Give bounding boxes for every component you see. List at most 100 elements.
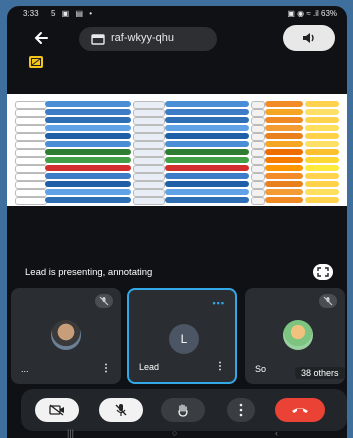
fullscreen-button[interactable] bbox=[313, 264, 333, 280]
sheet-cell bbox=[305, 157, 339, 163]
sheet-cell bbox=[305, 181, 339, 187]
back-nav-icon[interactable]: ‹ bbox=[275, 428, 278, 438]
sheet-cell bbox=[305, 133, 339, 139]
sheet-row bbox=[15, 132, 339, 141]
home-icon[interactable]: ○ bbox=[172, 428, 177, 438]
sheet-cell bbox=[265, 133, 303, 139]
participant-avatar: L bbox=[169, 324, 199, 354]
participant-avatar bbox=[283, 320, 313, 350]
fullscreen-icon bbox=[317, 267, 329, 277]
sheet-cell bbox=[45, 157, 131, 163]
sheet-cell bbox=[133, 197, 165, 205]
sheet-cell bbox=[265, 181, 303, 187]
mic-off-indicator bbox=[95, 294, 113, 308]
participant-name: ... bbox=[21, 364, 29, 374]
raise-hand-icon bbox=[178, 404, 188, 417]
sheet-cell bbox=[265, 173, 303, 179]
sheet-cell bbox=[265, 101, 303, 107]
participant-name: So bbox=[255, 364, 267, 374]
sheet-row bbox=[15, 196, 339, 205]
calendar-icon bbox=[91, 34, 105, 45]
sheet-cell bbox=[45, 117, 131, 123]
sheet-row bbox=[15, 188, 339, 197]
sheet-cell bbox=[45, 189, 131, 195]
presenting-status: Lead is presenting, annotating bbox=[25, 267, 153, 278]
captions-off-icon bbox=[31, 58, 41, 66]
back-arrow-icon bbox=[34, 32, 48, 44]
end-call-button[interactable] bbox=[275, 398, 325, 422]
shared-screen bbox=[7, 94, 347, 206]
sheet-cell bbox=[305, 117, 339, 123]
sheet-cell bbox=[265, 157, 303, 163]
meeting-code: raf-wkyy-qhu bbox=[111, 32, 174, 44]
speaker-icon bbox=[303, 33, 314, 43]
sheet-cell bbox=[305, 189, 339, 195]
raise-hand-button[interactable] bbox=[161, 398, 205, 422]
sheet-cell bbox=[165, 197, 249, 203]
status-battery: ▣ ◉ ≈ .il 63% bbox=[287, 9, 337, 18]
sheet-row bbox=[15, 124, 339, 133]
sheet-row bbox=[15, 140, 339, 149]
sheet-cell bbox=[165, 189, 249, 195]
meeting-title-chip[interactable]: raf-wkyy-qhu bbox=[79, 27, 217, 51]
sheet-cell bbox=[251, 197, 265, 205]
sheet-cell bbox=[165, 117, 249, 123]
sheet-cell bbox=[265, 125, 303, 131]
sheet-cell bbox=[265, 109, 303, 115]
sheet-cell bbox=[45, 141, 131, 147]
speaking-indicator-icon: •▪• bbox=[212, 298, 225, 308]
sheet-cell bbox=[45, 149, 131, 155]
sheet-cell bbox=[165, 149, 249, 155]
sheet-cell bbox=[45, 165, 131, 171]
mic-off-icon bbox=[323, 296, 333, 306]
sheet-cell bbox=[305, 101, 339, 107]
sheet-cell bbox=[165, 125, 249, 131]
sheet-cell bbox=[45, 101, 131, 107]
nav-bar: ||| ○ ‹ bbox=[7, 428, 347, 438]
sheet-cell bbox=[265, 141, 303, 147]
sheet-cell bbox=[305, 141, 339, 147]
participant-tile-active[interactable]: •▪• L Lead ⋮ bbox=[127, 288, 237, 384]
participant-menu-icon[interactable]: ⋮ bbox=[101, 363, 111, 374]
status-bar: 3:33 5 ▣ ▤ • ▣ ◉ ≈ .il 63% bbox=[7, 6, 347, 22]
back-button[interactable] bbox=[29, 27, 55, 49]
sheet-cell bbox=[305, 197, 339, 203]
sheet-row bbox=[15, 156, 339, 165]
sheet-cell bbox=[45, 197, 131, 203]
phone-screen: 3:33 5 ▣ ▤ • ▣ ◉ ≈ .il 63% raf-wkyy-qhu … bbox=[7, 6, 347, 438]
camera-toggle-button[interactable] bbox=[35, 398, 79, 422]
sheet-cell bbox=[165, 181, 249, 187]
others-count[interactable]: 38 others bbox=[295, 367, 345, 379]
sheet-row bbox=[15, 172, 339, 181]
recents-icon[interactable]: ||| bbox=[67, 428, 74, 438]
sheet-cell bbox=[305, 125, 339, 131]
participant-avatar bbox=[51, 320, 81, 350]
sheet-cell bbox=[45, 109, 131, 115]
sheet-cell bbox=[165, 157, 249, 163]
end-call-icon bbox=[292, 408, 308, 413]
more-options-icon bbox=[239, 403, 243, 417]
sheet-row bbox=[15, 108, 339, 117]
participant-name: Lead bbox=[139, 362, 160, 372]
sheet-cell bbox=[45, 181, 131, 187]
sheet-cell bbox=[265, 117, 303, 123]
audio-output-button[interactable] bbox=[283, 25, 335, 51]
participant-menu-icon[interactable]: ⋮ bbox=[215, 361, 225, 372]
mic-off-icon bbox=[99, 296, 109, 306]
sheet-row bbox=[15, 180, 339, 189]
sheet-cell bbox=[305, 173, 339, 179]
mic-off-icon bbox=[115, 404, 127, 416]
call-controls bbox=[21, 389, 347, 431]
status-icons: 5 ▣ ▤ • bbox=[51, 9, 95, 18]
status-time: 3:33 bbox=[23, 9, 39, 18]
sheet-cell bbox=[305, 149, 339, 155]
sheet-cell bbox=[165, 109, 249, 115]
camera-off-icon bbox=[49, 404, 64, 416]
sheet-cell bbox=[265, 189, 303, 195]
sheet-cell bbox=[265, 197, 303, 203]
participant-tile[interactable]: ... ⋮ bbox=[11, 288, 121, 384]
more-options-button[interactable] bbox=[227, 398, 255, 422]
sheet-cell bbox=[165, 133, 249, 139]
mic-toggle-button[interactable] bbox=[99, 398, 143, 422]
sheet-row bbox=[15, 164, 339, 173]
